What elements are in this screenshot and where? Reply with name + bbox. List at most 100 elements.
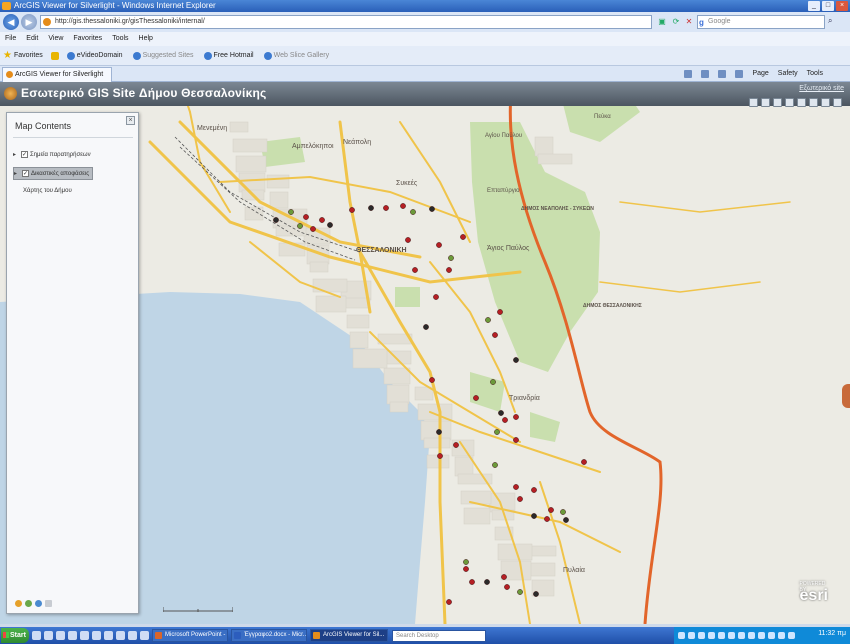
map-marker[interactable] xyxy=(484,579,490,585)
tray-display-icon[interactable] xyxy=(788,632,795,639)
map-marker[interactable] xyxy=(494,429,500,435)
map-marker[interactable] xyxy=(368,205,374,211)
command-safety[interactable]: Safety xyxy=(778,67,798,81)
menu-item-edit[interactable]: Edit xyxy=(26,32,38,46)
map-marker[interactable] xyxy=(533,591,539,597)
menu-item-help[interactable]: Help xyxy=(139,32,153,46)
tray-bluetooth-icon[interactable] xyxy=(738,632,745,639)
command-tools[interactable]: Tools xyxy=(807,67,823,81)
map-marker[interactable] xyxy=(410,209,416,215)
info-icon[interactable] xyxy=(45,600,52,607)
forward-button[interactable]: ▶ xyxy=(21,14,37,30)
quicklaunch-help-icon[interactable] xyxy=(140,631,149,640)
map-marker[interactable] xyxy=(423,324,429,330)
quicklaunch-media-icon[interactable] xyxy=(104,631,113,640)
map-marker[interactable] xyxy=(498,410,504,416)
map-marker[interactable] xyxy=(433,294,439,300)
quicklaunch-excel-icon[interactable] xyxy=(68,631,77,640)
map-marker[interactable] xyxy=(436,429,442,435)
map-marker[interactable] xyxy=(453,442,459,448)
map-marker[interactable] xyxy=(490,379,496,385)
tray-sync-icon[interactable] xyxy=(758,632,765,639)
quicklaunch-ie-icon[interactable] xyxy=(32,631,41,640)
map-marker[interactable] xyxy=(513,414,519,420)
favorite-link[interactable]: Suggested Sites xyxy=(132,51,194,60)
tray-update-icon[interactable] xyxy=(718,632,725,639)
menu-item-favorites[interactable]: Favorites xyxy=(73,32,102,46)
minimize-button[interactable]: _ xyxy=(808,1,820,11)
taskbar-button[interactable]: ArcGIS Viewer for Sil... xyxy=(310,629,388,642)
external-site-link[interactable]: Εξωτερικό site xyxy=(799,85,844,92)
compatibility-icon[interactable]: ▣ xyxy=(656,16,668,28)
map-marker[interactable] xyxy=(288,209,294,215)
map-marker[interactable] xyxy=(517,496,523,502)
map-marker[interactable] xyxy=(492,462,498,468)
expand-arrow-icon[interactable]: ▸ xyxy=(13,151,19,158)
zoom-in-icon[interactable] xyxy=(749,98,758,107)
map-marker[interactable] xyxy=(531,513,537,519)
home-icon[interactable] xyxy=(684,67,693,81)
start-button[interactable]: Start xyxy=(1,628,29,643)
taskbar-button[interactable]: Microsoft PowerPoint - ... xyxy=(152,629,228,642)
zoom-out-icon[interactable] xyxy=(761,98,770,107)
command-page[interactable]: Page xyxy=(752,67,768,81)
search-icon[interactable]: ⌕ xyxy=(828,16,840,28)
layers-icon[interactable] xyxy=(821,98,830,107)
map-marker[interactable] xyxy=(319,217,325,223)
favorite-link[interactable]: Free Hotmail xyxy=(203,51,254,60)
map-marker[interactable] xyxy=(436,242,442,248)
tray-messenger-icon[interactable] xyxy=(768,632,775,639)
printer-icon[interactable] xyxy=(735,67,744,81)
map-marker[interactable] xyxy=(463,559,469,565)
settings-icon[interactable] xyxy=(35,600,42,607)
maximize-button[interactable]: □ xyxy=(822,1,834,11)
quicklaunch-folder-icon[interactable] xyxy=(92,631,101,640)
refresh-icon[interactable]: ⟳ xyxy=(670,16,682,28)
pan-icon[interactable] xyxy=(773,98,782,107)
map-marker[interactable] xyxy=(560,509,566,515)
map-marker[interactable] xyxy=(273,217,279,223)
map-marker[interactable] xyxy=(446,599,452,605)
print-icon[interactable] xyxy=(809,98,818,107)
map-marker[interactable] xyxy=(412,267,418,273)
map-marker[interactable] xyxy=(502,417,508,423)
map-marker[interactable] xyxy=(310,226,316,232)
map-marker[interactable] xyxy=(501,574,507,580)
favorite-link[interactable]: Web Slice Gallery xyxy=(263,51,329,60)
back-button[interactable]: ◀ xyxy=(3,14,19,30)
search-input[interactable]: g Google xyxy=(697,15,825,29)
map-marker[interactable] xyxy=(504,584,510,590)
map-marker[interactable] xyxy=(485,317,491,323)
map-marker[interactable] xyxy=(429,377,435,383)
add-favorite-icon[interactable] xyxy=(50,51,59,60)
layer-checkbox[interactable]: ✓ xyxy=(21,151,28,158)
quicklaunch-desktop-icon[interactable] xyxy=(44,631,53,640)
favorites-button[interactable]: ★ Favorites xyxy=(3,50,43,61)
map-marker[interactable] xyxy=(400,203,406,209)
map-marker[interactable] xyxy=(544,516,550,522)
quicklaunch-word-icon[interactable] xyxy=(56,631,65,640)
layer-item[interactable]: ▸ ✓ Δικαστικές αποφάσεις xyxy=(13,167,94,180)
quicklaunch-outlook-icon[interactable] xyxy=(80,631,89,640)
layer-item[interactable]: ▸ ✓ Σημεία παρατηρήσεων xyxy=(13,148,91,161)
quicklaunch-calc-icon[interactable] xyxy=(116,631,125,640)
expand-arrow-icon[interactable]: ▸ xyxy=(14,170,20,177)
feeds-icon[interactable] xyxy=(701,67,710,81)
tray-battery-icon[interactable] xyxy=(728,632,735,639)
map-marker[interactable] xyxy=(581,459,587,465)
map-marker[interactable] xyxy=(446,267,452,273)
map-marker[interactable] xyxy=(513,437,519,443)
tray-antivirus-icon[interactable] xyxy=(778,632,785,639)
map-marker[interactable] xyxy=(492,332,498,338)
taskbar-button[interactable]: Έγγραφο2.docx - Micr... xyxy=(231,629,307,642)
bookmark-icon[interactable] xyxy=(833,98,842,107)
map-marker[interactable] xyxy=(497,309,503,315)
map-marker[interactable] xyxy=(548,507,554,513)
map-marker[interactable] xyxy=(469,579,475,585)
tray-printer-icon[interactable] xyxy=(748,632,755,639)
identify-icon[interactable] xyxy=(785,98,794,107)
map-marker[interactable] xyxy=(513,357,519,363)
map-marker[interactable] xyxy=(303,214,309,220)
tray-language-icon[interactable] xyxy=(678,632,685,639)
map-marker[interactable] xyxy=(563,517,569,523)
